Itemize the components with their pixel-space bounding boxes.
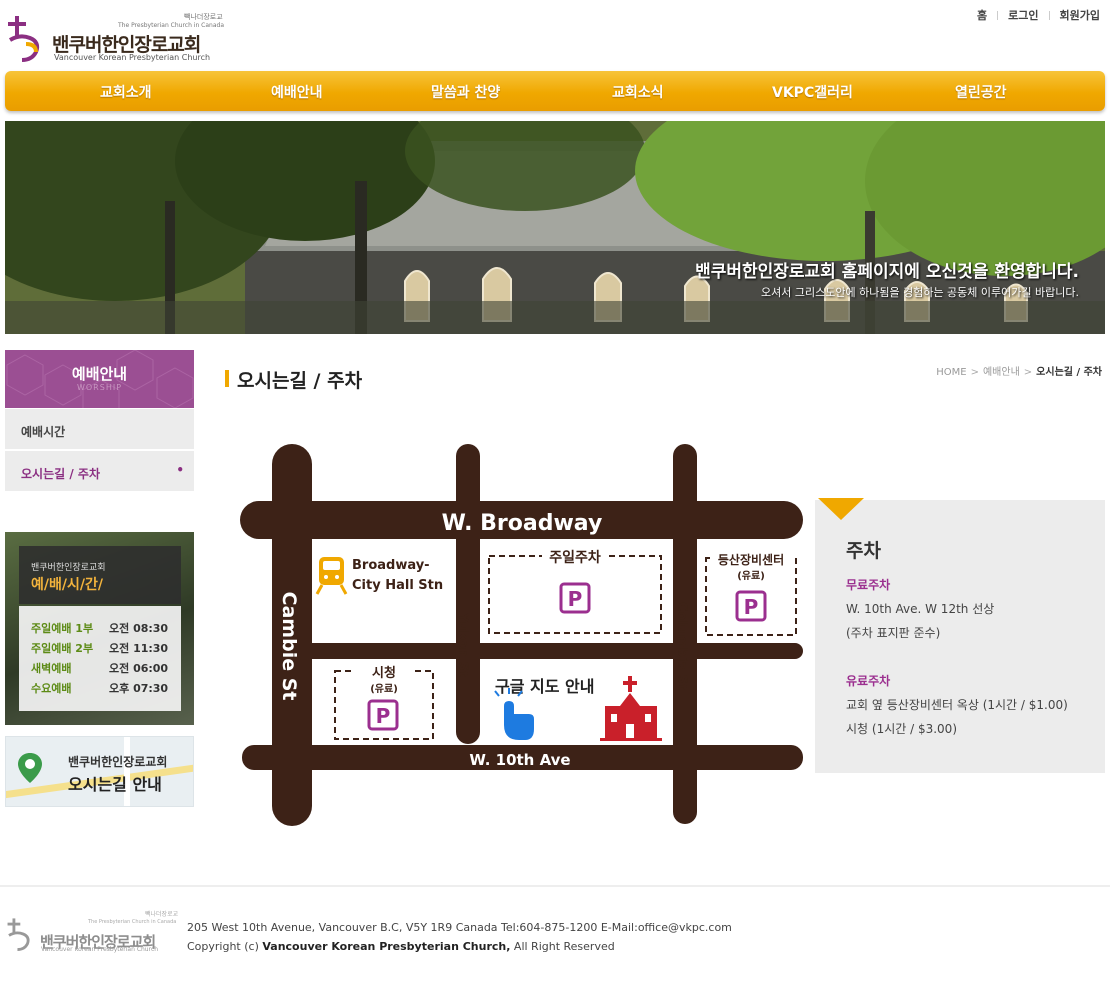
main-nav: 교회소개 예배안내 말씀과 찬양 교회소식 VKPC갤러리 열린공간 [5, 71, 1105, 111]
nav-open-space[interactable]: 열린공간 [955, 82, 1007, 102]
yukon-label: Yukon St [455, 612, 470, 677]
chevron-right-icon: > [970, 367, 979, 378]
logo-korean-small: 빽나더장로교 [184, 13, 223, 21]
side-street [285, 643, 803, 659]
sidebar-item-directions[interactable]: 오시는길 / 주차 • [5, 451, 194, 492]
worship-time: 오후 07:30 [109, 682, 169, 695]
station-label-1: Broadway- [352, 558, 430, 573]
google-map-banner[interactable]: 밴쿠버한인장로교회 오시는길 안내 [5, 736, 194, 807]
breadcrumb-home[interactable]: HOME [936, 367, 966, 378]
train-icon [315, 557, 348, 595]
free-parking-line: W. 10th Ave. W 12th 선상 [846, 602, 995, 616]
broadway-label: W. Broadway [442, 511, 603, 536]
paid-parking-label: 유료주차 [846, 674, 891, 688]
worship-name: 새벽예배 [31, 662, 72, 675]
sidebar-header: 예배안내 WORSHIP [5, 350, 194, 408]
worship-row: 주일예배 2부 오전 11:30 [31, 640, 171, 656]
cityhall-paid-label: (유료) [370, 683, 398, 695]
worship-box-church: 밴쿠버한인장로교회 [31, 563, 106, 573]
footer-logo-english: Vancouver Korean Presbyterian Church [41, 946, 159, 953]
breadcrumb: HOME > 예배안내 > 오시는길 / 주차 [936, 363, 1102, 378]
nav-worship[interactable]: 예배안내 [271, 82, 323, 102]
parking-title: 주차 [846, 540, 881, 562]
footer-address: 205 West 10th Avenue, Vancouver B.C, V5Y… [187, 921, 732, 934]
nav-news[interactable]: 교회소식 [612, 82, 664, 102]
map-banner-title: 오시는길 안내 [68, 775, 162, 794]
worship-times-panel: 밴쿠버한인장로교회 예/배/시/간/ 주일예배 1부 오전 08:30 주일예배… [19, 546, 181, 711]
chevron-right-icon: > [1023, 367, 1033, 378]
login-link[interactable]: 로그인 [1008, 7, 1038, 23]
map-banner-church: 밴쿠버한인장로교회 [68, 755, 168, 769]
nav-gallery[interactable]: VKPC갤러리 [772, 82, 853, 102]
triangle-marker-icon [818, 498, 864, 520]
map-pin-icon [18, 753, 42, 783]
footer-cross-logo-icon [7, 918, 30, 951]
center-paid-label: (유료) [737, 570, 765, 582]
worship-name: 수요예배 [31, 682, 72, 695]
cityhall-label: 시청 [372, 665, 396, 681]
center-parking-label: 등산장비센터 [718, 552, 784, 567]
columbia-label: Columbia St [674, 602, 689, 690]
hero-subtitle: 오셔서 그리스도안에 하나됨을 경험하는 공동체 이루어가길 바랍니다. [761, 286, 1079, 299]
nav-about[interactable]: 교회소개 [100, 82, 152, 102]
cross-logo-icon [8, 16, 40, 62]
worship-times-box[interactable]: 밴쿠버한인장로교회 예/배/시/간/ 주일예배 1부 오전 08:30 주일예배… [5, 532, 194, 725]
hero-title: 밴쿠버한인장로교회 홈페이지에 오신것을 환영합니다. [695, 262, 1079, 282]
worship-time: 오전 11:30 [109, 642, 169, 655]
sidebar-subtitle: WORSHIP [76, 383, 123, 392]
active-dot-icon: • [176, 463, 184, 477]
home-link[interactable]: 홈 [977, 7, 987, 23]
divider [1048, 10, 1050, 20]
page: 빽나더장로교 The Presbyterian Church in Canada… [0, 0, 1110, 982]
worship-time: 오전 08:30 [109, 622, 169, 635]
sunday-parking-label: 주일주차 [549, 550, 601, 566]
church-logo[interactable]: 빽나더장로교 The Presbyterian Church in Canada… [6, 12, 226, 64]
footer: 빽나더장로교 The Presbyterian Church in Canada… [0, 885, 1110, 982]
breadcrumb-worship[interactable]: 예배안내 [983, 367, 1020, 378]
footer-logo-english-small: The Presbyterian Church in Canada [88, 919, 177, 925]
logo-english: Vancouver Korean Presbyterian Church [54, 53, 211, 62]
copyright-name: Vancouver Korean Presbyterian Church, [262, 940, 511, 953]
page-title: 오시는길 / 주차 [225, 366, 362, 393]
breadcrumb-current: 오시는길 / 주차 [1036, 367, 1102, 378]
sidebar-item-label: 오시는길 / 주차 [21, 467, 100, 481]
parking-symbol: P [744, 595, 759, 619]
nav-sermon-praise[interactable]: 말씀과 찬양 [431, 82, 500, 102]
worship-box-title: 예/배/시/간/ [31, 577, 103, 593]
paid-parking-line: 교회 옆 등산장비센터 옥상 (1시간 / $1.00) [846, 698, 1068, 712]
copyright-prefix: Copyright (c) [187, 940, 263, 953]
parking-symbol: P [568, 587, 583, 611]
worship-time: 오전 06:00 [109, 662, 169, 675]
logo-english-small: The Presbyterian Church in Canada [118, 22, 225, 29]
directions-map: W. Broadway W. 10th Ave Cambie St Yukon … [240, 444, 803, 826]
parking-info-panel: 주차 무료주차 W. 10th Ave. W 12th 선상 (주차 표지판 준… [815, 498, 1105, 773]
footer-copyright: Copyright (c) Vancouver Korean Presbyter… [187, 940, 615, 953]
yukon-street [456, 444, 480, 744]
free-parking-label: 무료주차 [846, 578, 891, 592]
worship-name: 주일예배 2부 [31, 642, 94, 655]
worship-row: 주일예배 1부 오전 08:30 [31, 620, 171, 636]
footer-logo-korean-small: 빽나더장로교 [145, 911, 179, 918]
worship-row: 수요예배 오후 07:30 [31, 680, 171, 696]
paid-parking-line: 시청 (1시간 / $3.00) [846, 722, 957, 736]
worship-times-header: 밴쿠버한인장로교회 예/배/시/간/ [19, 546, 181, 604]
sidebar-item-label: 예배시간 [21, 425, 66, 439]
church-photo [5, 121, 1105, 334]
parking-symbol: P [376, 704, 391, 728]
church-icon [600, 676, 662, 741]
station-label-2: City Hall Stn [352, 578, 443, 593]
hero-banner: 밴쿠버한인장로교회 홈페이지에 오신것을 환영합니다. 오셔서 그리스도안에 하… [5, 121, 1105, 334]
signup-link[interactable]: 회원가입 [1060, 7, 1100, 23]
free-parking-line: (주차 표지판 준수) [846, 626, 941, 640]
cambie-label: Cambie St [278, 592, 300, 701]
worship-row: 새벽예배 오전 06:00 [31, 660, 171, 676]
divider [997, 10, 999, 20]
worship-name: 주일예배 1부 [31, 622, 94, 635]
top-links: 홈 로그인 회원가입 [977, 7, 1100, 23]
worship-times-list: 주일예배 1부 오전 08:30 주일예배 2부 오전 11:30 새벽예배 오… [19, 606, 181, 711]
copyright-suffix: All Right Reserved [510, 940, 615, 953]
sidebar-title: 예배안내 [71, 365, 128, 383]
tenth-ave-label: W. 10th Ave [469, 751, 570, 769]
sidebar-item-worship-times[interactable]: 예배시간 [5, 409, 194, 450]
